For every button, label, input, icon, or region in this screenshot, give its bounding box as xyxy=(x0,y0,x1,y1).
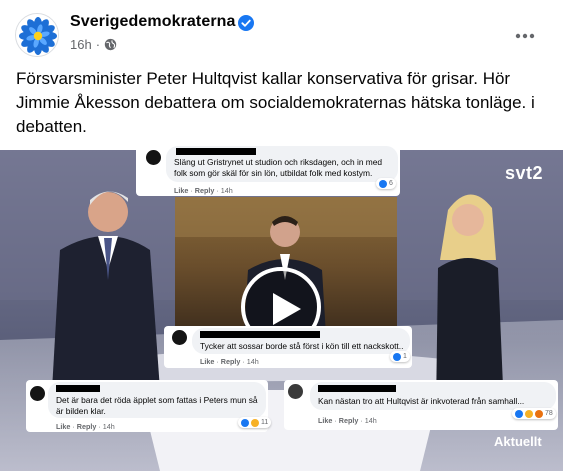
separator: · xyxy=(334,416,337,425)
more-options-button[interactable] xyxy=(509,20,541,52)
blue-flower-logo xyxy=(16,14,58,56)
reply-link[interactable]: Reply xyxy=(221,357,241,366)
reaction-number: 11 xyxy=(261,419,269,426)
post-header: Sverigedemokraterna 16h · xyxy=(0,0,563,62)
comment-text: Släng ut Gristrynet ut studion och riksd… xyxy=(174,157,383,178)
comment-avatar xyxy=(172,330,187,345)
comment-time[interactable]: 14h xyxy=(365,416,377,425)
separator: · xyxy=(216,186,219,195)
separator: · xyxy=(242,357,245,366)
comment-card: Släng ut Gristrynet ut studion och riksd… xyxy=(136,144,400,196)
separator: · xyxy=(216,357,219,366)
comment-time[interactable]: 14h xyxy=(221,186,233,195)
reaction-number: 1 xyxy=(403,353,407,360)
page-name[interactable]: Sverigedemokraterna xyxy=(70,13,236,31)
reaction-count[interactable]: 6 xyxy=(376,178,396,189)
comment-avatar xyxy=(146,150,161,165)
redacted-name xyxy=(56,385,100,392)
comment-text: Kan nästan tro att Hultqvist är inkvoter… xyxy=(318,396,525,406)
separator: · xyxy=(360,416,363,425)
reaction-number: 6 xyxy=(389,180,393,187)
angry-reaction-icon xyxy=(535,409,543,418)
comment-actions: Like · Reply · 14h xyxy=(56,422,115,431)
more-options-icon xyxy=(515,33,535,39)
separator: · xyxy=(98,422,101,431)
play-icon xyxy=(273,293,301,325)
channel-logo: svt2 xyxy=(505,163,544,183)
separator: · xyxy=(72,422,75,431)
comment-time[interactable]: 14h xyxy=(103,422,115,431)
comment-actions: Like · Reply · 14h xyxy=(318,416,377,425)
separator: · xyxy=(190,186,193,195)
like-reaction-icon xyxy=(379,179,387,188)
post-text: Försvarsminister Peter Hultqvist kallar … xyxy=(16,69,535,136)
comment-avatar xyxy=(288,384,303,399)
reaction-count[interactable]: 11 xyxy=(238,417,272,428)
like-link[interactable]: Like xyxy=(318,416,332,425)
page-avatar[interactable] xyxy=(15,13,59,57)
comment-card: Tycker att sossar borde stå först i kön … xyxy=(164,326,412,368)
reaction-number: 78 xyxy=(545,410,553,417)
post-time[interactable]: 16h xyxy=(70,37,92,52)
reply-link[interactable]: Reply xyxy=(339,416,359,425)
comment-actions: Like · Reply · 14h xyxy=(174,186,233,195)
reply-link[interactable]: Reply xyxy=(195,186,215,195)
meta-separator: · xyxy=(95,37,101,52)
redacted-name xyxy=(318,385,396,392)
comment-text: Det är bara det röda äpplet som fattas i… xyxy=(56,395,258,416)
comment-time[interactable]: 14h xyxy=(247,357,259,366)
program-label: Aktuellt xyxy=(494,434,542,449)
redacted-name xyxy=(176,148,256,155)
like-link[interactable]: Like xyxy=(56,422,70,431)
comment-card: Det är bara det röda äpplet som fattas i… xyxy=(26,380,272,432)
reaction-count[interactable]: 1 xyxy=(390,351,410,362)
comment-text: Tycker att sossar borde stå först i kön … xyxy=(200,341,404,351)
post-meta: 16h · xyxy=(70,37,117,52)
like-link[interactable]: Like xyxy=(200,357,214,366)
like-reaction-icon xyxy=(241,418,249,427)
verified-badge-icon xyxy=(238,15,254,31)
comment-card: Kan nästan tro att Hultqvist är inkvoter… xyxy=(284,380,558,430)
comment-actions: Like · Reply · 14h xyxy=(200,357,259,366)
comment-avatar xyxy=(30,386,45,401)
haha-reaction-icon xyxy=(251,418,259,427)
like-reaction-icon xyxy=(393,352,401,361)
reply-link[interactable]: Reply xyxy=(77,422,97,431)
like-reaction-icon xyxy=(515,409,523,418)
globe-icon xyxy=(104,38,117,51)
like-link[interactable]: Like xyxy=(174,186,188,195)
reaction-count[interactable]: 78 xyxy=(512,408,556,419)
redacted-name xyxy=(200,331,320,338)
haha-reaction-icon xyxy=(525,409,533,418)
